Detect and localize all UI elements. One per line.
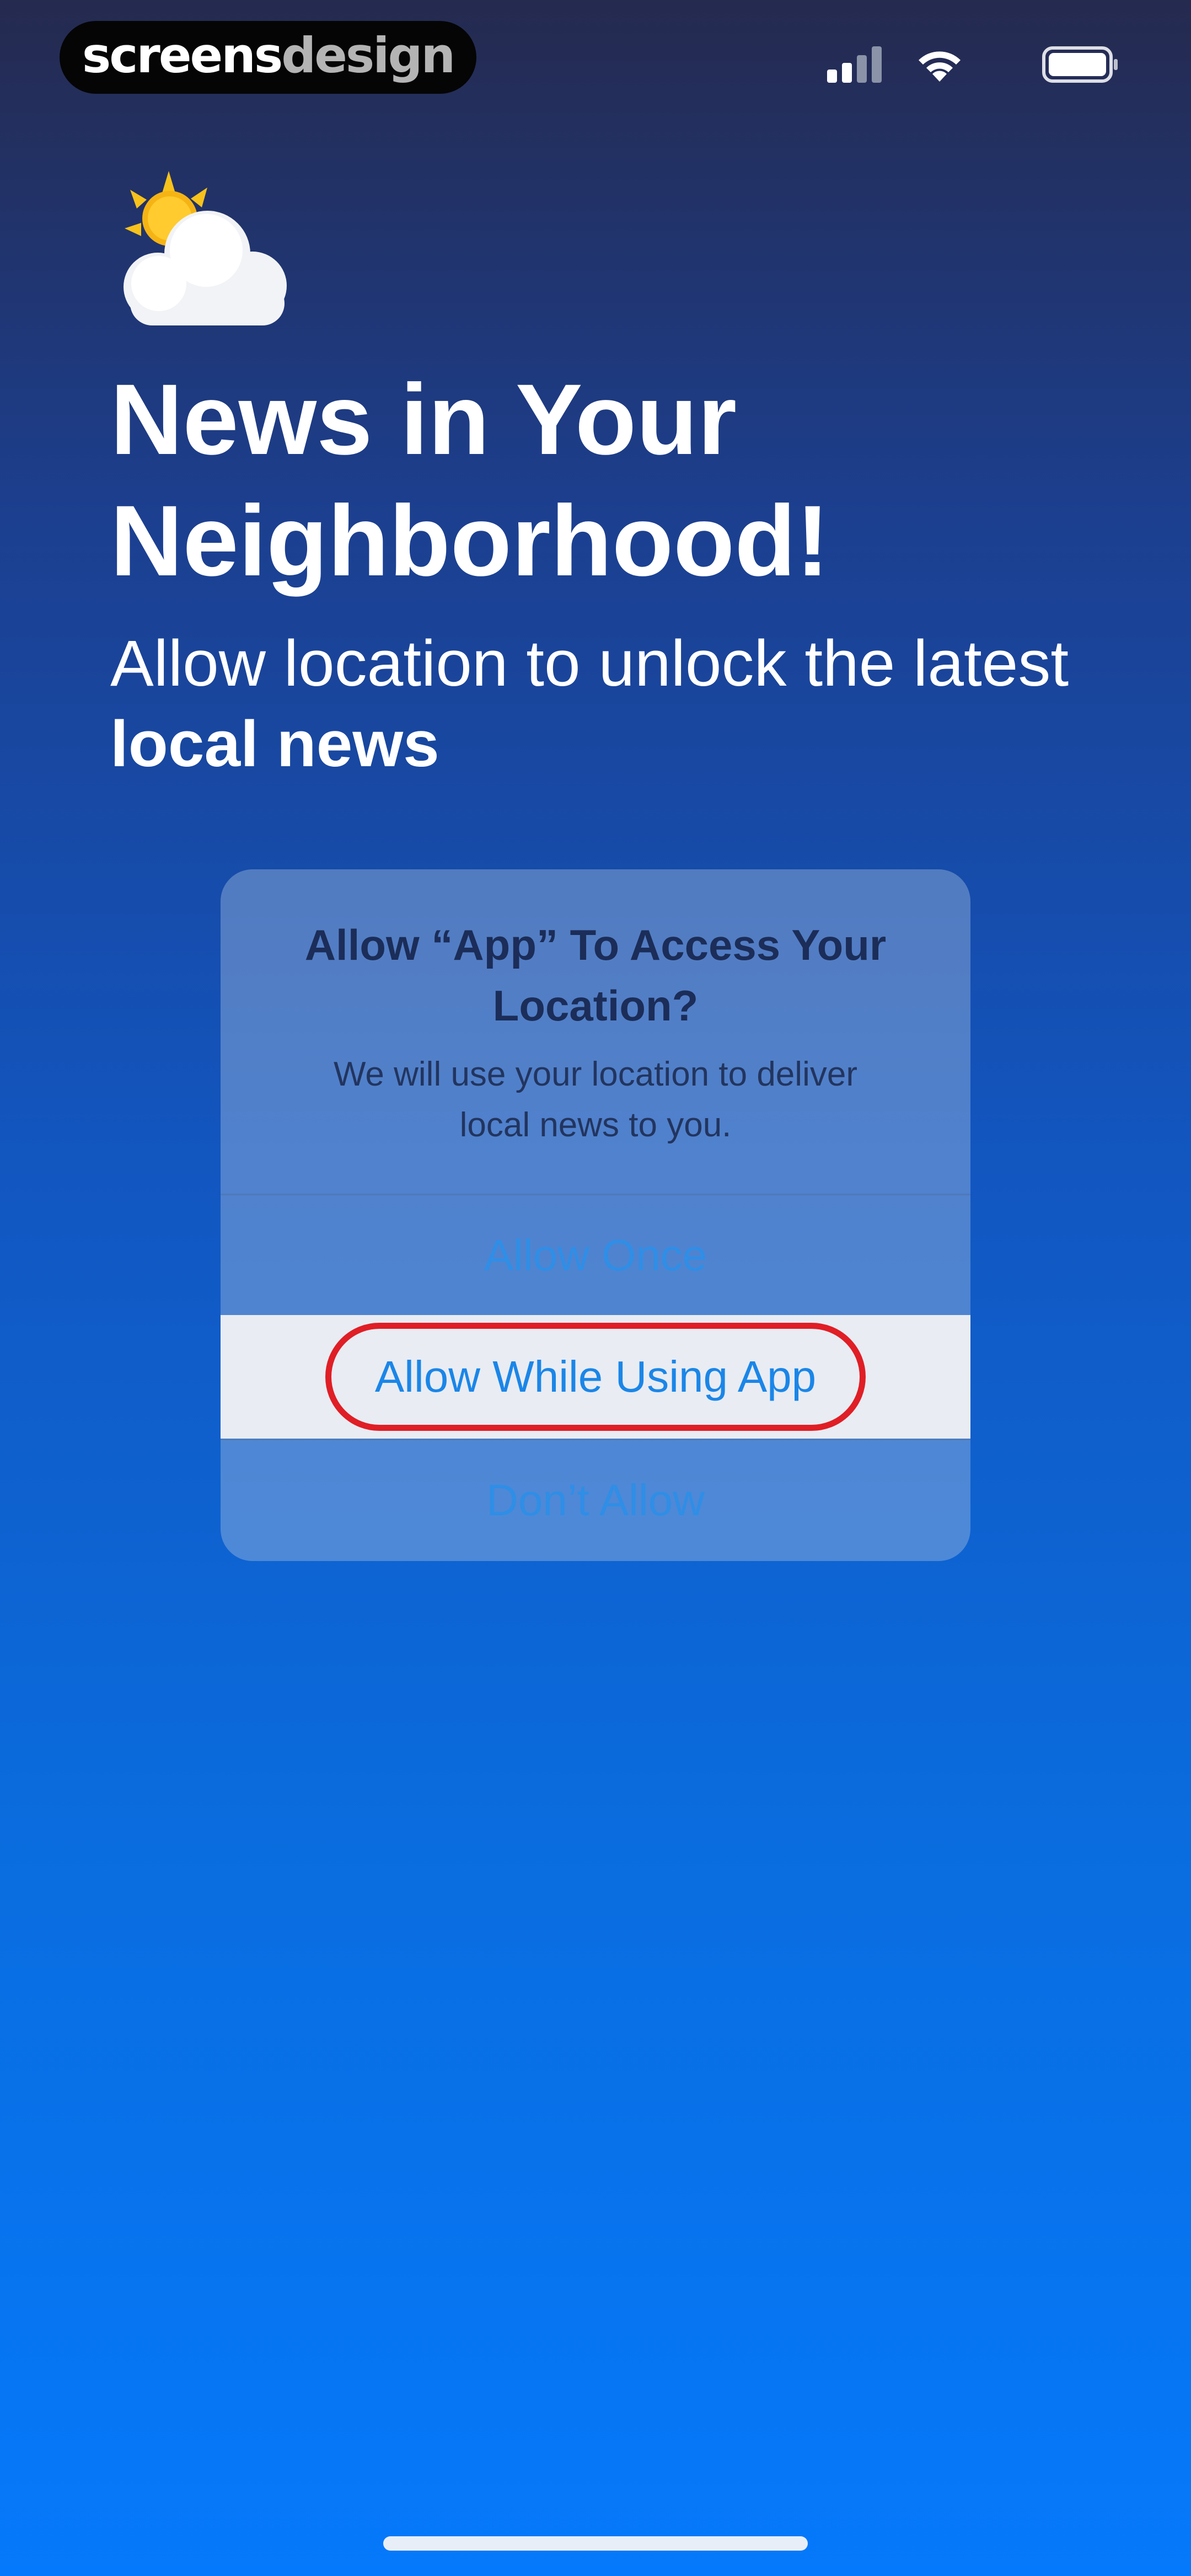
page-subtitle: Allow location to unlock the latest loca… [110, 623, 1136, 784]
wifi-icon [919, 51, 961, 82]
alert-title: Allow “App” To Access Your Location? [292, 915, 899, 1036]
title-line-1: News in Your [110, 363, 737, 475]
screensdesign-watermark: screens design [60, 21, 476, 94]
alert-title-line-2: Location? [492, 981, 699, 1030]
alert-header: Allow “App” To Access Your Location? We … [221, 869, 970, 1193]
watermark-part-2: design [281, 26, 455, 84]
battery-icon [1042, 46, 1118, 83]
home-indicator[interactable] [383, 2536, 808, 2551]
alert-message-line-1: We will use your location to deliver [334, 1055, 857, 1093]
allow-once-button[interactable]: Allow Once [221, 1194, 970, 1315]
signal-bars-icon [827, 46, 882, 83]
watermark-part-1: screens [82, 26, 283, 84]
alert-message: We will use your location to deliver loc… [320, 1049, 871, 1151]
title-line-2: Neighborhood! [110, 484, 830, 597]
dont-allow-button[interactable]: Don’t Allow [221, 1439, 970, 1560]
subtitle-bold: local news [110, 708, 439, 781]
sun-behind-cloud-icon [124, 171, 287, 325]
alert-message-line-2: local news to you. [459, 1106, 732, 1144]
alert-title-line-1: Allow “App” To Access Your [304, 921, 887, 969]
highlight-ring-annotation [325, 1323, 866, 1431]
location-permission-alert: Allow “App” To Access Your Location? We … [221, 869, 970, 1561]
page-title: News in Your Neighborhood! [110, 359, 1103, 601]
subtitle-regular: Allow location to unlock the latest [110, 627, 1069, 700]
